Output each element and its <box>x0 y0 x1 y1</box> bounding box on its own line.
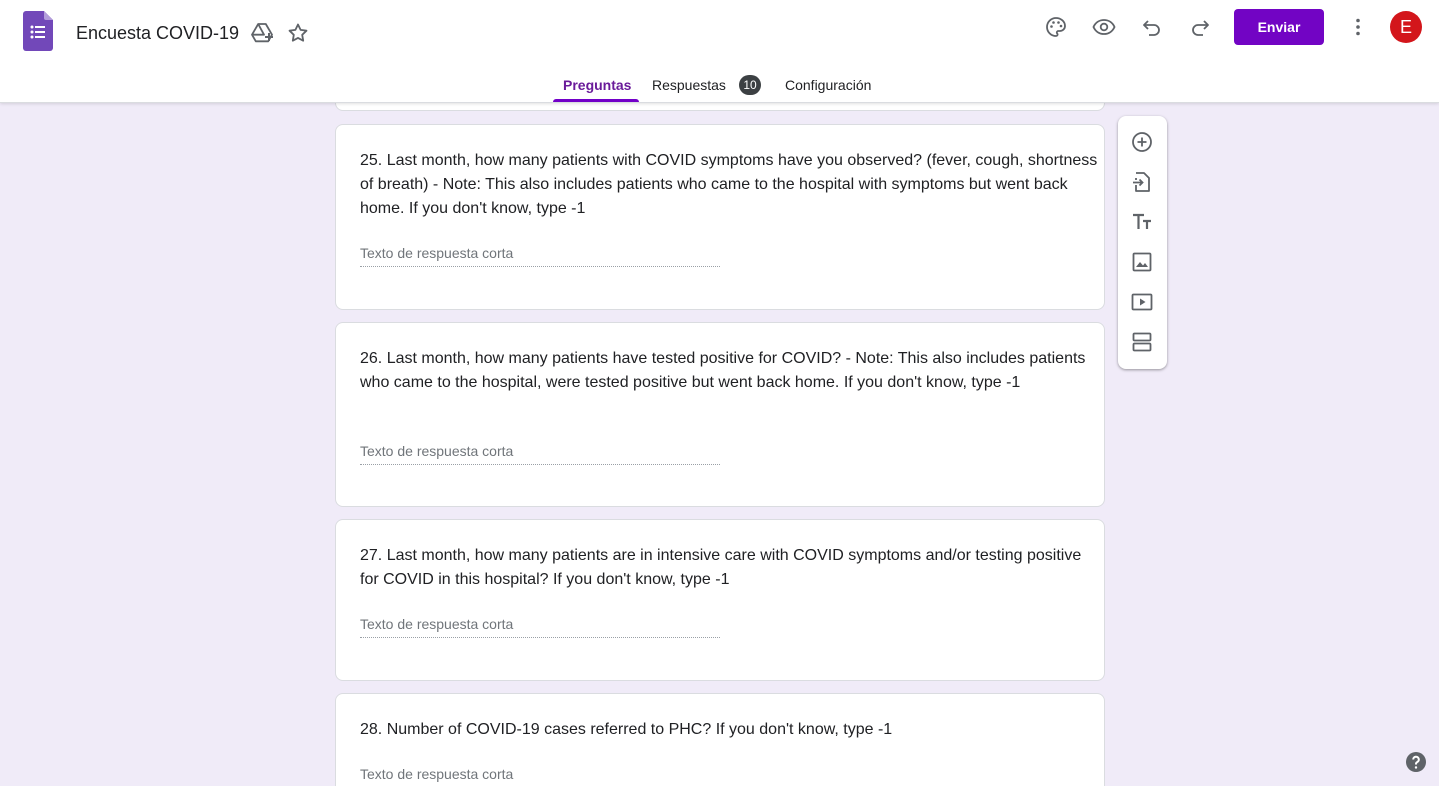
question-card[interactable]: 28. Number of COVID-19 cases referred to… <box>335 693 1105 786</box>
question-title[interactable]: 28. Number of COVID-19 cases referred to… <box>360 718 1100 742</box>
question-title[interactable]: 27. Last month, how many patients are in… <box>360 544 1100 592</box>
add-question-icon[interactable] <box>1130 130 1154 154</box>
add-title-icon[interactable] <box>1130 210 1154 234</box>
add-image-icon[interactable] <box>1130 250 1154 274</box>
question-title[interactable]: 26. Last month, how many patients have t… <box>360 347 1100 395</box>
short-answer-field: Texto de respuesta corta <box>360 245 720 267</box>
palette-icon[interactable] <box>1044 15 1068 39</box>
undo-icon[interactable] <box>1140 15 1164 39</box>
redo-icon[interactable] <box>1188 15 1212 39</box>
question-card[interactable]: 27. Last month, how many patients are in… <box>335 519 1105 681</box>
question-card[interactable]: 25. Last month, how many patients with C… <box>335 124 1105 310</box>
avatar[interactable]: E <box>1390 11 1422 43</box>
form-title[interactable]: Encuesta COVID-19 <box>76 22 239 44</box>
active-tab-indicator <box>553 99 639 102</box>
tab-bar: Preguntas Respuestas 10 Configuración <box>0 66 1439 103</box>
short-answer-field: Texto de respuesta corta <box>360 443 720 465</box>
preview-eye-icon[interactable] <box>1092 15 1116 39</box>
help-icon[interactable] <box>1404 750 1428 774</box>
tab-respuestas[interactable]: Respuestas <box>652 77 726 93</box>
add-video-icon[interactable] <box>1130 290 1154 314</box>
send-button[interactable]: Enviar <box>1234 9 1324 45</box>
more-vert-icon[interactable] <box>1346 15 1370 39</box>
short-answer-field: Texto de respuesta corta <box>360 616 720 638</box>
google-forms-logo-icon[interactable] <box>23 11 53 51</box>
star-icon[interactable] <box>286 21 310 45</box>
short-answer-field: Texto de respuesta corta <box>360 766 720 786</box>
import-questions-icon[interactable] <box>1130 170 1154 194</box>
floating-toolbar <box>1118 116 1167 369</box>
responses-count-badge: 10 <box>739 75 761 95</box>
tab-configuracion[interactable]: Configuración <box>785 77 871 93</box>
add-section-icon[interactable] <box>1130 330 1154 354</box>
move-to-drive-icon[interactable] <box>250 21 274 45</box>
top-app-bar: Encuesta COVID-19 Enviar E Preguntas Res <box>0 0 1439 103</box>
question-title[interactable]: 25. Last month, how many patients with C… <box>360 149 1100 221</box>
question-card[interactable]: 26. Last month, how many patients have t… <box>335 322 1105 507</box>
tab-preguntas[interactable]: Preguntas <box>563 77 631 93</box>
